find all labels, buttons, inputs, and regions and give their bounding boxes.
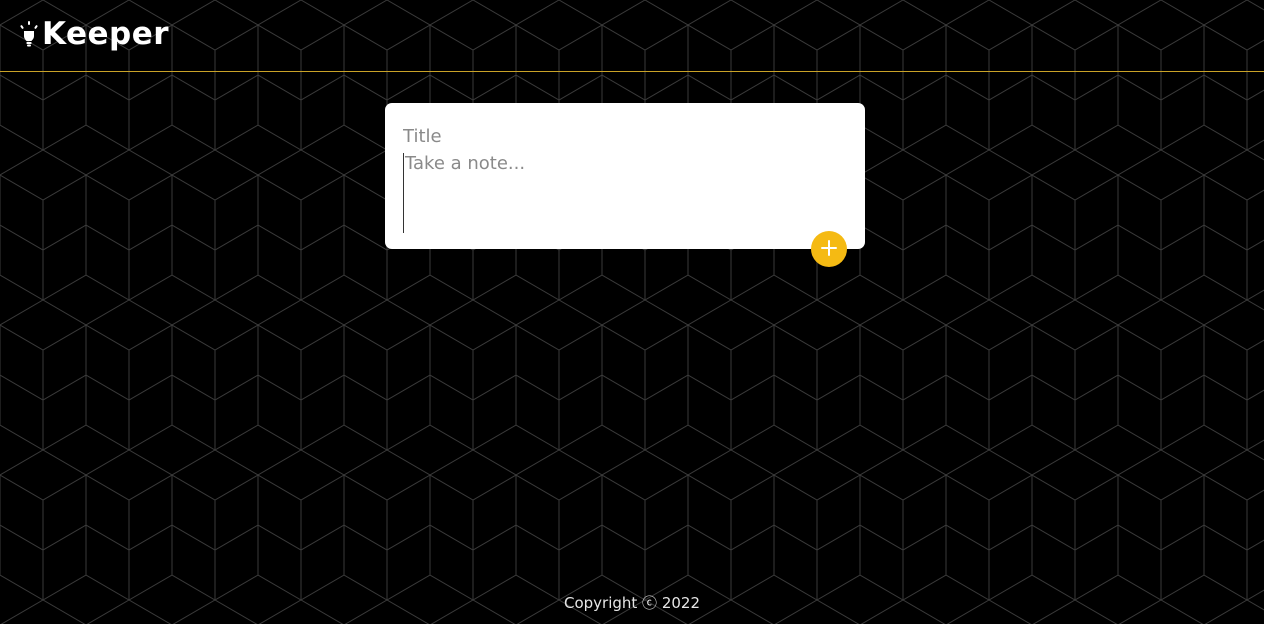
plus-icon <box>821 239 837 259</box>
note-content-input[interactable] <box>403 153 845 233</box>
page-footer: Copyright ⓒ 2022 <box>0 592 1264 613</box>
lightbulb-icon <box>20 21 38 47</box>
background-pattern <box>0 0 1264 624</box>
app-name: Keeper <box>42 16 170 52</box>
app-header: Keeper <box>0 0 1264 72</box>
note-title-input[interactable] <box>403 121 843 151</box>
add-note-button[interactable] <box>811 231 847 267</box>
create-note-form <box>385 103 865 249</box>
copyright-text: Copyright ⓒ 2022 <box>563 594 700 612</box>
logo[interactable]: Keeper <box>20 16 169 52</box>
